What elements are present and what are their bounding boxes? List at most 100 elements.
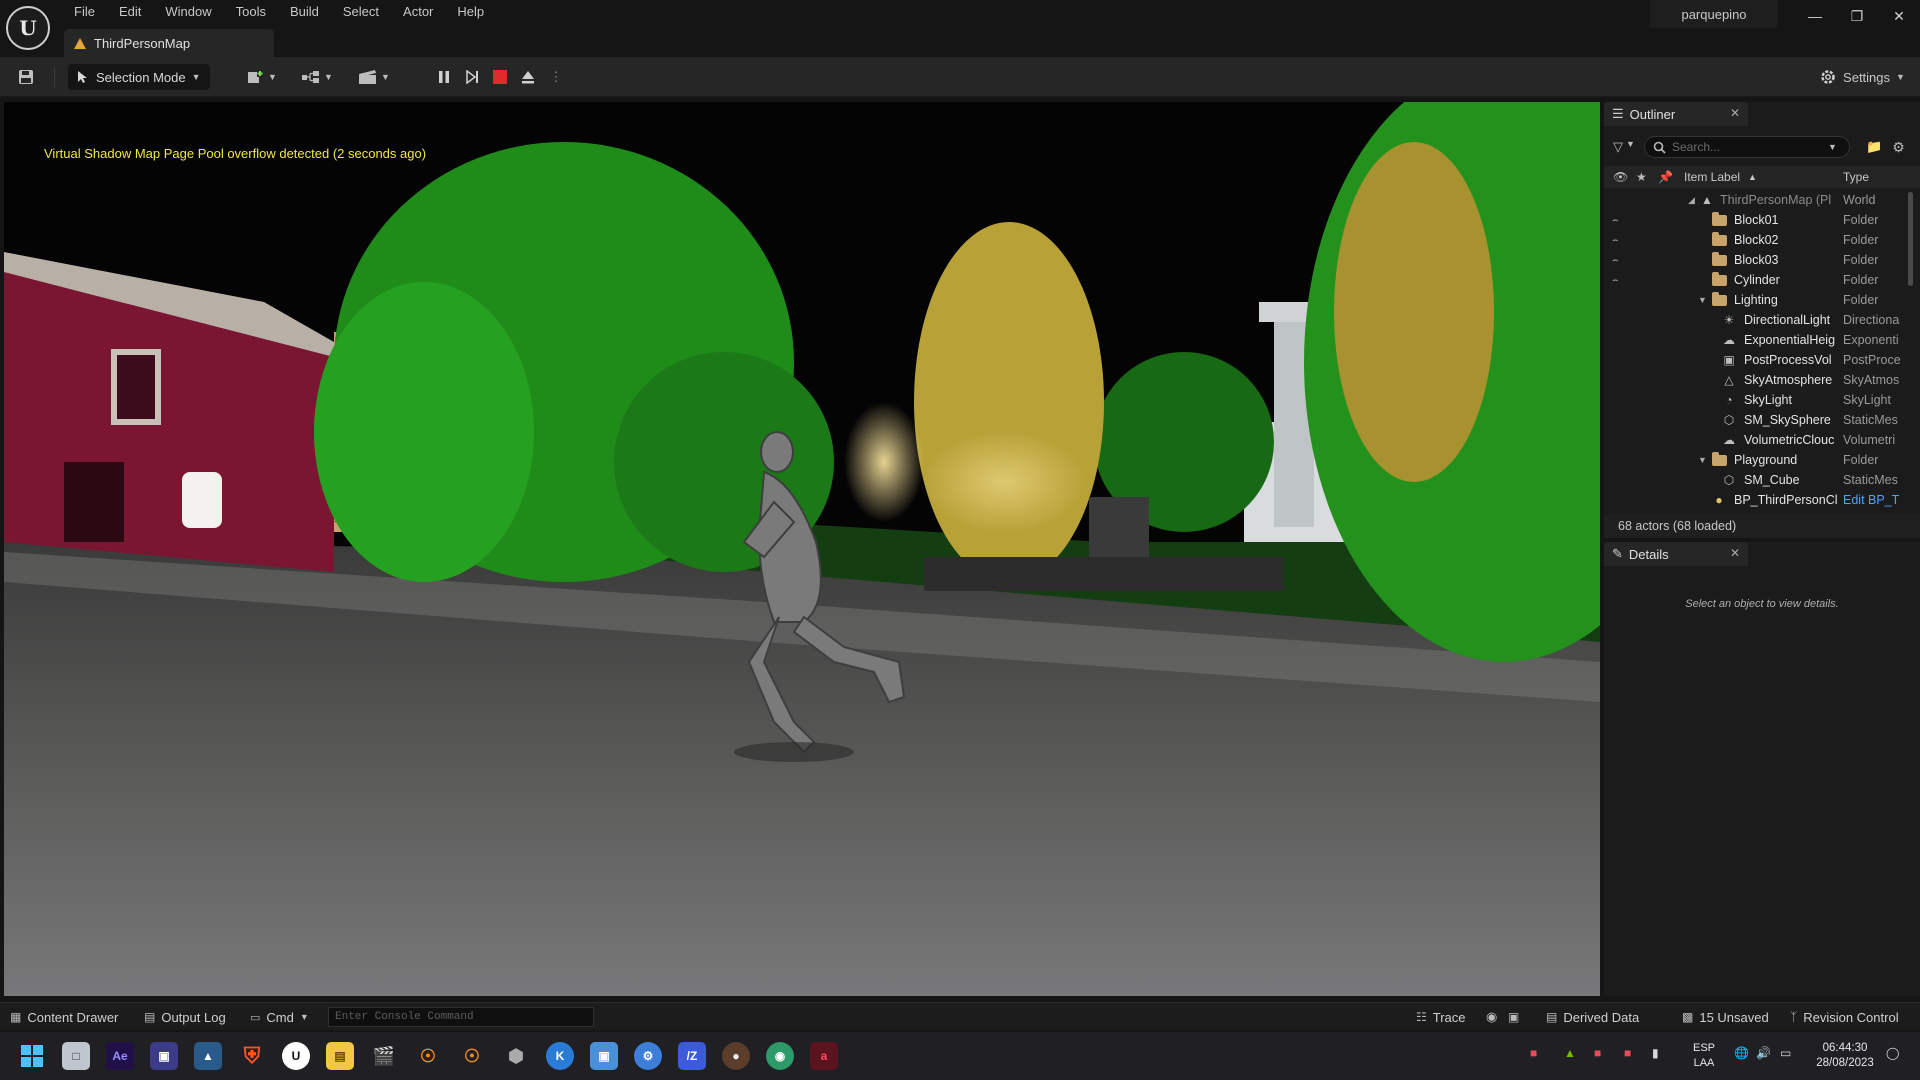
outliner-row[interactable]: ⌢ Block03 Folder	[1604, 250, 1914, 270]
outliner-search-input[interactable]	[1672, 140, 1822, 154]
usb-icon[interactable]: ▮	[1652, 1046, 1659, 1060]
app-z-icon[interactable]: /Z	[678, 1042, 706, 1070]
visibility-eye-icon[interactable]: ⌢	[1612, 235, 1628, 246]
blender-icon[interactable]: ☉	[414, 1042, 442, 1070]
collapse-triangle-icon[interactable]: ▼	[1698, 295, 1707, 305]
pin-icon[interactable]: 📌	[1658, 170, 1673, 184]
taskbar-clock[interactable]: 06:44:30 28/08/2023	[1810, 1041, 1880, 1071]
stop-button[interactable]	[488, 64, 512, 90]
screenshot-icon[interactable]: ▣	[1508, 1003, 1519, 1031]
app-k-icon[interactable]: K	[546, 1042, 574, 1070]
collapse-triangle-icon[interactable]: ◢	[1688, 195, 1695, 206]
outliner-row[interactable]: ☁ ExponentialHeig Exponenti	[1604, 330, 1914, 350]
app-screen-icon[interactable]: ▣	[590, 1042, 618, 1070]
save-button[interactable]	[12, 64, 40, 90]
outliner-row[interactable]: ▣ PostProcessVol PostProce	[1604, 350, 1914, 370]
tray-app-red-icon[interactable]: ■	[1530, 1046, 1537, 1060]
selection-mode-dropdown[interactable]: Selection Mode ▼	[68, 64, 210, 90]
close-window-icon[interactable]: ✕	[1878, 0, 1920, 32]
output-log-button[interactable]: ▤ Output Log	[144, 1003, 226, 1031]
filter-button[interactable]: ▽ ▼	[1604, 139, 1644, 155]
menu-build[interactable]: Build	[278, 0, 331, 24]
unreal-logo-icon[interactable]: U	[6, 6, 50, 50]
volume-icon[interactable]: 🔊	[1756, 1046, 1771, 1060]
minimize-icon[interactable]: —	[1794, 0, 1836, 32]
outliner-row[interactable]: ▼ Lighting Folder	[1604, 290, 1914, 310]
app-dark-icon[interactable]: ⬢	[502, 1042, 530, 1070]
brave-icon[interactable]: ⛨	[238, 1042, 266, 1070]
close-icon[interactable]: ✕	[1730, 546, 1740, 560]
visibility-eye-icon[interactable]: ⌢	[1612, 215, 1628, 226]
outliner-row[interactable]: ⌢ Block01 Folder	[1604, 210, 1914, 230]
outliner-row[interactable]: ▼ Playground Folder	[1604, 450, 1914, 470]
menu-actor[interactable]: Actor	[391, 0, 445, 24]
play-options-icon[interactable]: ⋮	[548, 64, 564, 90]
pause-button[interactable]	[432, 64, 456, 90]
user-account[interactable]: parquepino	[1650, 0, 1778, 28]
after-effects-icon[interactable]: Ae	[106, 1042, 134, 1070]
clapper-icon[interactable]: 🎬	[370, 1042, 398, 1070]
chevron-down-icon[interactable]: ▼	[1828, 142, 1837, 152]
column-item-label[interactable]: Item Label	[1684, 170, 1740, 184]
record-icon[interactable]: ◉	[1486, 1003, 1497, 1031]
battery-icon[interactable]: ▭	[1780, 1046, 1791, 1060]
edit-blueprint-link[interactable]: Edit BP_T	[1843, 493, 1907, 507]
collapse-triangle-icon[interactable]: ▼	[1698, 455, 1707, 465]
console-command-input[interactable]	[328, 1007, 594, 1027]
add-folder-icon[interactable]: 📁	[1866, 139, 1882, 155]
outliner-row[interactable]: ● BP_ThirdPersonCl Edit BP_T	[1604, 490, 1914, 510]
restore-icon[interactable]: ❐	[1836, 0, 1878, 32]
windows-start-icon[interactable]	[18, 1042, 46, 1070]
content-drawer-button[interactable]: ▦ Content Drawer	[10, 1003, 118, 1031]
gear-icon[interactable]: ⚙	[1892, 139, 1905, 156]
keyboard-language[interactable]: ESP LAA	[1684, 1041, 1724, 1071]
outliner-row[interactable]: ⬡ SM_SkySphere StaticMes	[1604, 410, 1914, 430]
column-type[interactable]: Type	[1843, 170, 1869, 184]
blender-alt-icon[interactable]: ☉	[458, 1042, 486, 1070]
visibility-eye-icon[interactable]: ⌢	[1612, 275, 1628, 286]
settings-button[interactable]: Settings ▼	[1812, 64, 1912, 90]
outliner-row[interactable]: ◔ SkyLight SkyLight	[1604, 390, 1914, 410]
eye-icon[interactable]: 👁	[1613, 170, 1628, 184]
outliner-search[interactable]: ▼	[1644, 136, 1850, 158]
outliner-row[interactable]: △ SkyAtmosphere SkyAtmos	[1604, 370, 1914, 390]
eject-button[interactable]	[516, 64, 540, 90]
app-purple-icon[interactable]: ▣	[150, 1042, 178, 1070]
close-icon[interactable]: ✕	[1730, 106, 1740, 120]
visibility-eye-icon[interactable]: ⌢	[1612, 255, 1628, 266]
add-content-button[interactable]: ▼	[244, 64, 280, 90]
outliner-row[interactable]: ⌢ Cylinder Folder	[1604, 270, 1914, 290]
app-red-icon[interactable]: a	[810, 1042, 838, 1070]
outliner-row[interactable]: ◢ ▲ ThirdPersonMap (Pl World	[1604, 190, 1914, 210]
outliner-row[interactable]: ⬡ SM_Cube StaticMes	[1604, 470, 1914, 490]
menu-edit[interactable]: Edit	[107, 0, 153, 24]
level-viewport[interactable]: Virtual Shadow Map Page Pool overflow de…	[4, 102, 1600, 996]
settings-gear-icon[interactable]: ⚙	[634, 1042, 662, 1070]
notifications-icon[interactable]: ◯	[1886, 1046, 1899, 1060]
unreal-engine-icon[interactable]: U	[282, 1042, 310, 1070]
app-brown-icon[interactable]: ●	[722, 1042, 750, 1070]
trace-button[interactable]: ☷ Trace	[1416, 1003, 1466, 1031]
menu-tools[interactable]: Tools	[224, 0, 278, 24]
menu-select[interactable]: Select	[331, 0, 391, 24]
blueprints-button[interactable]: ▼	[298, 64, 336, 90]
outliner-row[interactable]: ☁ VolumetricClouc Volumetri	[1604, 430, 1914, 450]
advance-frame-button[interactable]	[460, 64, 484, 90]
derived-data-button[interactable]: ▤ Derived Data	[1546, 1003, 1639, 1031]
nvidia-icon[interactable]: ▲	[1564, 1046, 1576, 1060]
cmd-dropdown[interactable]: ▭ Cmd ▼	[250, 1003, 309, 1031]
photos-icon[interactable]: ▲	[194, 1042, 222, 1070]
file-explorer-alt-icon[interactable]: □	[62, 1042, 90, 1070]
details-tab[interactable]: ✎ Details ✕	[1604, 542, 1748, 566]
unsaved-button[interactable]: ▩ 15 Unsaved	[1682, 1003, 1769, 1031]
cinematics-button[interactable]: ▼	[354, 64, 394, 90]
tray-app-red3-icon[interactable]: ■	[1624, 1046, 1631, 1060]
outliner-tab[interactable]: ☰ Outliner ✕	[1604, 102, 1748, 126]
app-globe-icon[interactable]: ◉	[766, 1042, 794, 1070]
menu-file[interactable]: File	[62, 0, 107, 24]
tray-app-red2-icon[interactable]: ■	[1594, 1046, 1601, 1060]
tab-third-person-map[interactable]: ThirdPersonMap	[64, 29, 274, 57]
network-globe-icon[interactable]: 🌐	[1734, 1046, 1749, 1060]
file-explorer-icon[interactable]: ▤	[326, 1042, 354, 1070]
outliner-row[interactable]: ⌢ Block02 Folder	[1604, 230, 1914, 250]
